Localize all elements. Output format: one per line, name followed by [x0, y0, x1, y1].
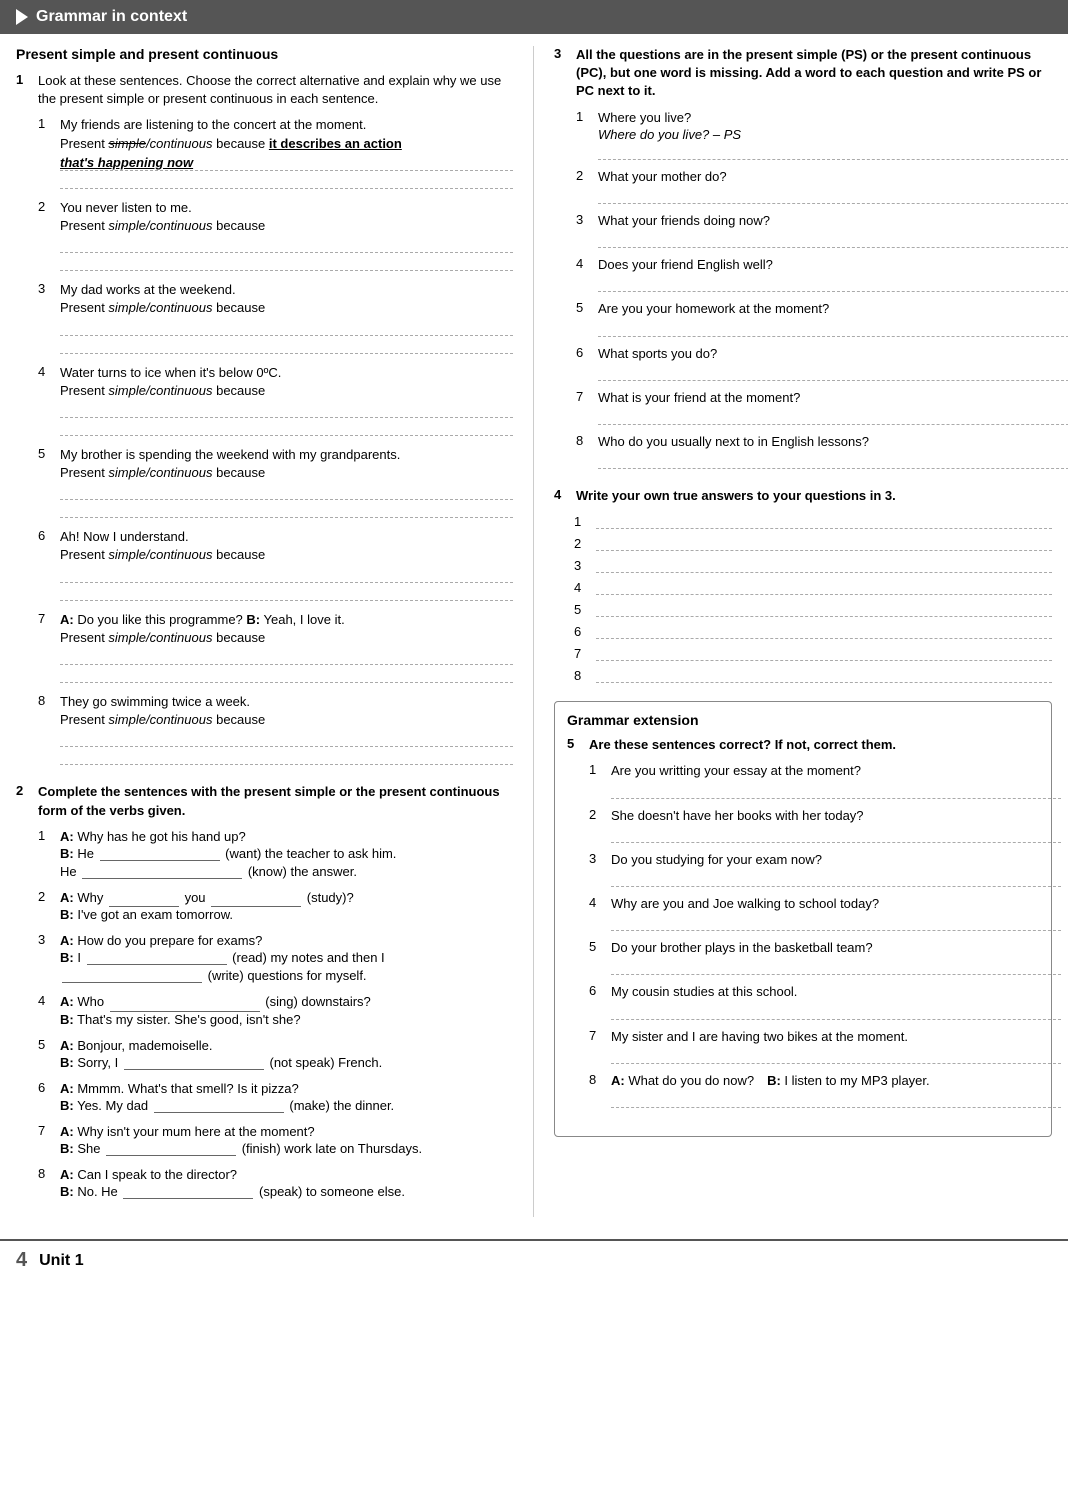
right-column: 3 All the questions are in the present s… — [534, 46, 1052, 1217]
grammar-extension-box: Grammar extension 5 Are these sentences … — [554, 701, 1052, 1137]
exercise-2: 2 Complete the sentences with the presen… — [16, 783, 513, 1199]
page-header: Grammar in context — [0, 0, 1068, 34]
ex5-item-3: 3 Do you studying for your exam now? — [589, 851, 1039, 887]
unit-label: Unit 1 — [39, 1252, 83, 1270]
ex2-num: 2 — [16, 783, 30, 819]
ex4-item-4: 4 — [574, 579, 1052, 595]
page-footer: 4 Unit 1 — [0, 1239, 1068, 1280]
ex1-item-7: 7 A: Do you like this programme? B: Yeah… — [38, 611, 513, 683]
ex2-item-5: 5 A: Bonjour, mademoiselle. B: Sorry, I … — [38, 1037, 513, 1070]
ex5-intro-text: Are these sentences correct? If not, cor… — [589, 736, 896, 754]
ex3-item-4: 4 Does your friend English well? — [576, 256, 1052, 292]
ex2-item-8: 8 A: Can I speak to the director? B: No.… — [38, 1166, 513, 1199]
exercise-5: 5 Are these sentences correct? If not, c… — [567, 736, 1039, 1108]
ex4-item-2: 2 — [574, 535, 1052, 551]
ex1-item-3: 3 My dad works at the weekend. Present s… — [38, 281, 513, 353]
ex3-item-7: 7 What is your friend at the moment? — [576, 389, 1052, 425]
header-title: Grammar in context — [36, 8, 187, 26]
exercise-3: 3 All the questions are in the present s… — [554, 46, 1052, 469]
ex2-items: 1 A: Why has he got his hand up? B: He (… — [38, 828, 513, 1200]
ex2-item-6: 6 A: Mmmm. What's that smell? Is it pizz… — [38, 1080, 513, 1113]
exercise-4-intro: 4 Write your own true answers to your qu… — [554, 487, 1052, 505]
ex2-item-3: 3 A: How do you prepare for exams? B: I … — [38, 932, 513, 983]
ex2-item-1: 1 A: Why has he got his hand up? B: He (… — [38, 828, 513, 879]
grammar-extension-title: Grammar extension — [567, 712, 1039, 728]
ex3-num: 3 — [554, 46, 568, 101]
ex5-item-8: 8 A: What do you do now? B: I listen to … — [589, 1072, 1039, 1108]
ex1-item-4: 4 Water turns to ice when it's below 0ºC… — [38, 364, 513, 436]
ex4-item-6: 6 — [574, 623, 1052, 639]
ex5-item-6: 6 My cousin studies at this school. — [589, 983, 1039, 1019]
ex1-item1-line1: that's happening now — [60, 155, 513, 171]
ex5-item-2: 2 She doesn't have her books with her to… — [589, 807, 1039, 843]
ex2-item-2: 2 A: Why you (study)? B: I've got an exa… — [38, 889, 513, 922]
exercise-4: 4 Write your own true answers to your qu… — [554, 487, 1052, 683]
ex1-item1-line2 — [60, 173, 513, 189]
ex3-item-6: 6 What sports you do? — [576, 345, 1052, 381]
ex4-item-5: 5 — [574, 601, 1052, 617]
ex5-item-5: 5 Do your brother plays in the basketbal… — [589, 939, 1039, 975]
ex1-item-1: 1 My friends are listening to the concer… — [38, 116, 513, 188]
ex4-item-7: 7 — [574, 645, 1052, 661]
ex1-item-2: 2 You never listen to me. Present simple… — [38, 199, 513, 271]
exercise-3-intro: 3 All the questions are in the present s… — [554, 46, 1052, 101]
ex2-intro-text: Complete the sentences with the present … — [38, 783, 513, 819]
triangle-icon — [16, 9, 28, 25]
ex4-item-3: 3 — [574, 557, 1052, 573]
ex1-item-6: 6 Ah! Now I understand. Present simple/c… — [38, 528, 513, 600]
ex4-items: 1 2 3 4 5 — [574, 513, 1052, 683]
ex3-item-8: 8 Who do you usually next to in English … — [576, 433, 1052, 469]
ex4-item-8: 8 — [574, 667, 1052, 683]
ex3-item-3: 3 What your friends doing now? — [576, 212, 1052, 248]
exercise-2-intro: 2 Complete the sentences with the presen… — [16, 783, 513, 819]
ex2-item-7: 7 A: Why isn't your mum here at the mome… — [38, 1123, 513, 1156]
page-number: 4 — [16, 1249, 27, 1272]
ex5-num: 5 — [567, 736, 581, 754]
ex2-item-4: 4 A: Who (sing) downstairs? B: That's my… — [38, 993, 513, 1026]
ex4-item-1: 1 — [574, 513, 1052, 529]
exercise-1-intro: 1 Look at these sentences. Choose the co… — [16, 72, 513, 108]
ex5-item-7: 7 My sister and I are having two bikes a… — [589, 1028, 1039, 1064]
section-title: Present simple and present continuous — [16, 46, 513, 62]
main-content: Present simple and present continuous 1 … — [0, 34, 1068, 1229]
left-column: Present simple and present continuous 1 … — [16, 46, 534, 1217]
ex3-items: 1 Where you live? Where do you live? – P… — [576, 109, 1052, 470]
exercise-1: 1 Look at these sentences. Choose the co… — [16, 72, 513, 765]
ex1-items: 1 My friends are listening to the concer… — [38, 116, 513, 765]
ex1-item-8: 8 They go swimming twice a week. Present… — [38, 693, 513, 765]
ex5-item-4: 4 Why are you and Joe walking to school … — [589, 895, 1039, 931]
ex1-num: 1 — [16, 72, 30, 108]
ex4-num: 4 — [554, 487, 568, 505]
ex3-item-5: 5 Are you your homework at the moment? — [576, 300, 1052, 336]
ex3-item-2: 2 What your mother do? — [576, 168, 1052, 204]
ex3-item-1: 1 Where you live? Where do you live? – P… — [576, 109, 1052, 160]
ex3-intro-text: All the questions are in the present sim… — [576, 46, 1052, 101]
ex4-intro-text: Write your own true answers to your ques… — [576, 487, 896, 505]
ex5-item-1: 1 Are you writting your essay at the mom… — [589, 762, 1039, 798]
ex1-item-5: 5 My brother is spending the weekend wit… — [38, 446, 513, 518]
ex5-items: 1 Are you writting your essay at the mom… — [589, 762, 1039, 1108]
ex1-intro-text: Look at these sentences. Choose the corr… — [38, 72, 513, 108]
exercise-5-intro: 5 Are these sentences correct? If not, c… — [567, 736, 1039, 754]
